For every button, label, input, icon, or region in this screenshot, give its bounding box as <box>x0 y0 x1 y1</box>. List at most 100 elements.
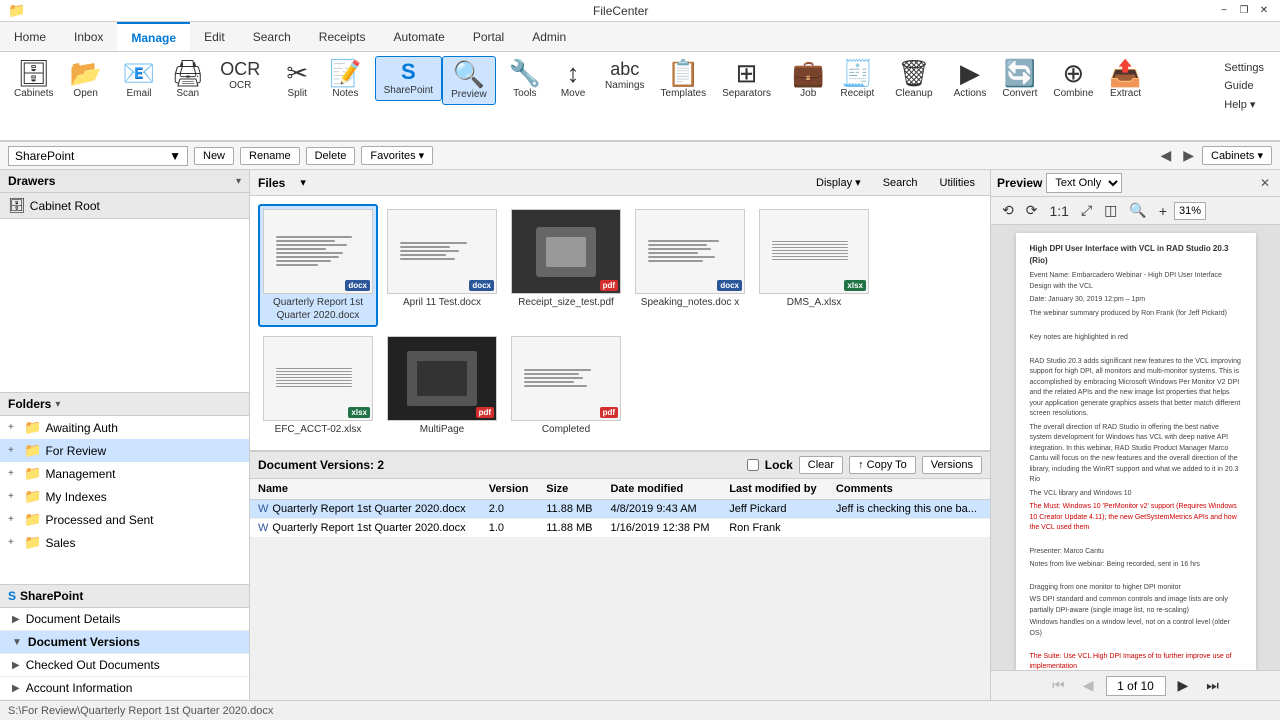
preview-close-button[interactable]: ✕ <box>1256 176 1274 190</box>
file-type-badge: docx <box>345 280 370 291</box>
folder-awaiting-auth[interactable]: + 📁 Awaiting Auth <box>0 416 249 439</box>
move-button[interactable]: ↕ Move <box>549 56 597 103</box>
nav-first-button[interactable]: ⏮ <box>1046 675 1071 696</box>
actions-button[interactable]: ▶ Actions <box>946 56 995 103</box>
versions-button[interactable]: Versions <box>922 456 982 474</box>
col-size: Size <box>538 479 602 500</box>
utilities-button[interactable]: Utilities <box>933 174 982 191</box>
file-completed[interactable]: pdf Completed <box>506 331 626 441</box>
folders-expand-button[interactable]: ▾ <box>55 399 60 410</box>
sp-document-versions[interactable]: ▼ Document Versions <box>0 631 249 654</box>
zoom-in-button[interactable]: + <box>1154 201 1172 221</box>
sp-checked-out[interactable]: ▶ Checked Out Documents <box>0 654 249 677</box>
zoom-out-button[interactable]: 🔍 <box>1124 200 1151 221</box>
file-quarterly-report[interactable]: docx Quarterly Report 1st Quarter 2020.d… <box>258 204 378 327</box>
files-dropdown-button[interactable]: ▾ <box>293 174 313 191</box>
job-button[interactable]: 💼 Job <box>784 56 832 103</box>
cleanup-button[interactable]: 🗑 Cleanup <box>887 56 940 103</box>
favorites-button[interactable]: Favorites ▾ <box>361 146 433 165</box>
preview-mode-select[interactable]: Text Only Image <box>1046 173 1122 193</box>
tab-search[interactable]: Search <box>239 22 305 51</box>
ocr-button[interactable]: OCR OCR <box>212 56 268 95</box>
combine-button[interactable]: ⊕ Combine <box>1045 56 1101 103</box>
sp-arrow-icon: ▶ <box>12 614 20 625</box>
split-button[interactable]: ✂ Split <box>273 56 321 103</box>
scan-button[interactable]: 🖨 Scan <box>163 56 212 103</box>
receipt-button[interactable]: 🧾 Receipt <box>832 56 882 103</box>
file-april-test[interactable]: docx April 11 Test.docx <box>382 204 502 327</box>
folder-for-review[interactable]: + 📁 For Review <box>0 439 249 462</box>
tab-receipts[interactable]: Receipts <box>305 22 380 51</box>
refresh-button[interactable]: ⟲ <box>997 200 1019 221</box>
file-multipage[interactable]: pdf MultiPage <box>382 331 502 441</box>
preview-button[interactable]: 🔍 Preview <box>442 56 496 105</box>
minimize-button[interactable]: − <box>1216 3 1232 19</box>
tab-home[interactable]: Home <box>0 22 60 51</box>
namings-button[interactable]: abc Namings <box>597 56 652 95</box>
email-button[interactable]: 📧 Email <box>115 56 163 103</box>
tab-portal[interactable]: Portal <box>459 22 518 51</box>
delete-button[interactable]: Delete <box>306 147 356 165</box>
file-efc-acct[interactable]: xlsx EFC_ACCT-02.xlsx <box>258 331 378 441</box>
guide-button[interactable]: Guide <box>1218 78 1270 94</box>
zoom-fit-button[interactable]: 1:1 <box>1044 201 1073 221</box>
clear-button[interactable]: Clear <box>799 456 843 474</box>
sharepoint-icon-small: S <box>8 589 16 603</box>
open-button[interactable]: 📂 Open <box>61 56 109 103</box>
folder-my-indexes[interactable]: + 📁 My Indexes <box>0 485 249 508</box>
cabinets-button[interactable]: 🗄 Cabinets <box>6 56 61 103</box>
nav-back-button[interactable]: ◀ <box>1156 147 1175 164</box>
table-row[interactable]: WQuarterly Report 1st Quarter 2020.docx … <box>250 500 990 519</box>
lock-label[interactable]: Lock <box>747 458 793 472</box>
templates-button[interactable]: 📋 Templates <box>653 56 715 103</box>
split-view-button[interactable]: ◫ <box>1099 200 1122 221</box>
sharepoint-button[interactable]: S SharePoint <box>375 56 442 101</box>
convert-button[interactable]: 🔄 Convert <box>994 56 1045 103</box>
close-button[interactable]: ✕ <box>1256 3 1272 19</box>
cell-size: 11.88 MB <box>538 500 602 519</box>
sp-document-details[interactable]: ▶ Document Details <box>0 608 249 631</box>
cabinet-selector[interactable]: SharePoint ▼ <box>8 146 188 166</box>
tab-edit[interactable]: Edit <box>190 22 239 51</box>
folder-sales[interactable]: + 📁 Sales <box>0 531 249 554</box>
new-button[interactable]: New <box>194 147 234 165</box>
settings-button[interactable]: Settings <box>1218 60 1270 76</box>
tab-automate[interactable]: Automate <box>379 22 458 51</box>
file-dms-a[interactable]: xlsx DMS_A.xlsx <box>754 204 874 327</box>
file-name-label: DMS_A.xlsx <box>759 296 869 309</box>
cabinet-root-item[interactable]: 🗄 Cabinet Root <box>0 193 249 219</box>
folder-icon: 📁 <box>24 534 41 551</box>
extract-button[interactable]: 📤 Extract <box>1101 56 1149 103</box>
help-button[interactable]: Help ▾ <box>1218 96 1270 113</box>
file-name-label: Receipt_size_test.pdf <box>511 296 621 309</box>
sp-account-info[interactable]: ▶ Account Information <box>0 677 249 700</box>
tab-manage[interactable]: Manage <box>117 22 190 51</box>
search-files-button[interactable]: Search <box>876 174 925 191</box>
notes-button[interactable]: 📝 Notes <box>321 56 369 103</box>
nav-last-button[interactable]: ⏭ <box>1200 675 1225 696</box>
tools-button[interactable]: 🔧 Tools <box>501 56 549 103</box>
copy-to-button[interactable]: ↑ Copy To <box>849 456 916 474</box>
tab-admin[interactable]: Admin <box>518 22 580 51</box>
rename-button[interactable]: Rename <box>240 147 300 165</box>
lock-checkbox[interactable] <box>747 459 759 471</box>
table-row[interactable]: WQuarterly Report 1st Quarter 2020.docx … <box>250 519 990 538</box>
folder-management[interactable]: + 📁 Management <box>0 462 249 485</box>
display-button[interactable]: Display ▾ <box>809 174 868 191</box>
reload-button[interactable]: ⟳ <box>1021 200 1043 221</box>
preview-document: High DPI User Interface with VCL in RAD … <box>1016 233 1256 670</box>
folder-processed-sent[interactable]: + 📁 Processed and Sent <box>0 508 249 531</box>
file-speaking-notes[interactable]: docx Speaking_notes.doc x <box>630 204 750 327</box>
cabinets-view-button[interactable]: Cabinets ▾ <box>1202 146 1272 165</box>
file-type-badge: pdf <box>600 280 618 291</box>
tab-inbox[interactable]: Inbox <box>60 22 117 51</box>
nav-next-button[interactable]: ▶ <box>1172 675 1195 696</box>
separators-button[interactable]: ⊞ Separators <box>714 56 779 103</box>
file-thumbnail: docx <box>387 209 497 294</box>
file-receipt-size[interactable]: pdf Receipt_size_test.pdf <box>506 204 626 327</box>
fullscreen-button[interactable]: ⤢ <box>1076 200 1097 221</box>
nav-prev-button[interactable]: ◀ <box>1077 675 1100 696</box>
drawers-expand-button[interactable]: ▾ <box>236 176 241 187</box>
restore-button[interactable]: ❐ <box>1236 3 1252 19</box>
nav-forward-button[interactable]: ▶ <box>1179 147 1198 164</box>
